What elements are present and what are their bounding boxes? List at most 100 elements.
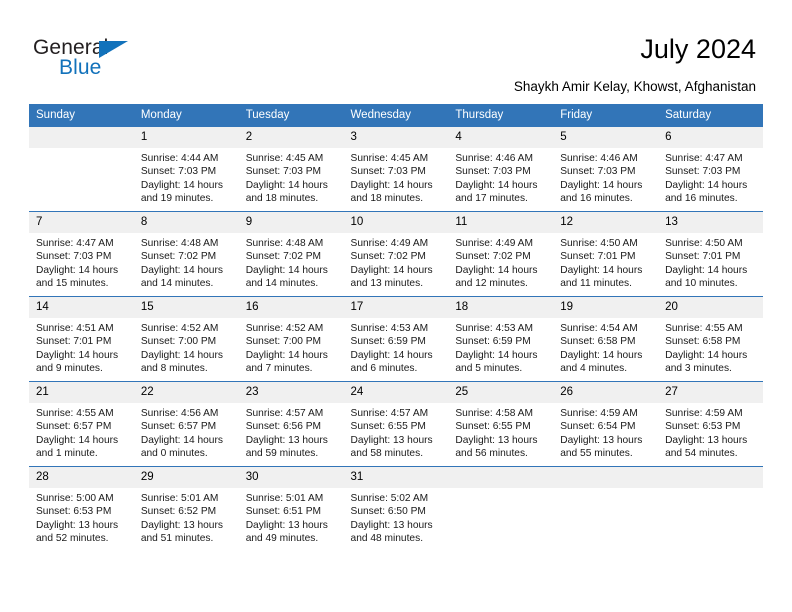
day-number: 13 [658,212,763,233]
calendar-day-cell[interactable]: 9 Sunrise: 4:48 AM Sunset: 7:02 PM Daylight… [238,211,344,297]
day-number: 25 [448,382,554,403]
calendar-day-cell[interactable]: 5 Sunrise: 4:46 AM Sunset: 7:03 PM Daylight… [553,126,659,212]
calendar-empty-cell [658,466,763,551]
calendar-day-cell[interactable]: 16 Sunrise: 4:52 AM Sunset: 7:00 PM Dayligh… [238,296,344,382]
day-number: 29 [133,467,239,488]
calendar-day-cell[interactable]: 18 Sunrise: 4:53 AM Sunset: 6:59 PM Dayligh… [448,296,554,382]
daylight-text: Daylight: 14 hours [350,349,433,361]
day-details: Sunrise: 4:55 AM Sunset: 6:58 PM Daylight:… [658,318,763,376]
sunrise-text: Sunrise: 4:54 AM [560,323,638,334]
sunset-text: Sunset: 6:55 PM [350,421,426,433]
sunset-text: Sunset: 7:00 PM [245,336,322,348]
calendar-empty-cell [553,466,659,551]
calendar-day-cell[interactable]: 31 Sunrise: 5:02 AM Sunset: 6:50 PM Dayligh… [343,466,449,551]
daylight-text: Daylight: 14 hours [455,264,538,276]
sunrise-text: Sunrise: 4:55 AM [665,323,743,334]
calendar-day-cell[interactable]: 15 Sunrise: 4:52 AM Sunset: 7:00 PM Dayligh… [133,296,239,382]
calendar-day-cell[interactable]: 29 Sunrise: 5:01 AM Sunset: 6:52 PM Dayligh… [133,466,239,551]
calendar-day-cell[interactable]: 20 Sunrise: 4:55 AM Sunset: 6:58 PM Dayligh… [658,296,763,382]
daylight-text: and 18 minutes. [245,193,319,205]
day-number: 23 [238,382,344,403]
sunrise-text: Sunrise: 4:48 AM [140,238,219,249]
calendar-day-cell[interactable]: 24 Sunrise: 4:57 AM Sunset: 6:55 PM Dayligh… [343,381,449,467]
calendar-day-cell[interactable]: 3 Sunrise: 4:45 AM Sunset: 7:03 PM Daylight… [343,126,449,212]
calendar-day-cell[interactable]: 8 Sunrise: 4:48 AM Sunset: 7:02 PM Daylight… [133,211,239,297]
calendar-day-cell[interactable]: 21 Sunrise: 4:55 AM Sunset: 6:57 PM Dayligh… [29,381,134,467]
sunset-text: Sunset: 7:03 PM [245,166,322,178]
day-number: 5 [553,127,659,148]
day-number: 3 [343,127,449,148]
sunset-text: Sunset: 6:57 PM [36,421,112,433]
general-blue-logo[interactable]: General Blue [33,36,213,84]
day-number [29,127,134,148]
calendar-day-cell[interactable]: 23 Sunrise: 4:57 AM Sunset: 6:56 PM Dayligh… [238,381,344,467]
calendar-week-row: 7 Sunrise: 4:47 AM Sunset: 7:03 PM Daylight… [29,211,763,297]
calendar-day-cell[interactable]: 26 Sunrise: 4:59 AM Sunset: 6:54 PM Dayligh… [553,381,659,467]
day-number: 6 [658,127,763,148]
daylight-text: Daylight: 14 hours [455,179,538,191]
daylight-text: and 16 minutes. [665,193,738,205]
day-details: Sunrise: 5:00 AM Sunset: 6:53 PM Daylight:… [29,488,134,546]
sunset-text: Sunset: 7:03 PM [665,166,741,178]
calendar-body: 1 Sunrise: 4:44 AM Sunset: 7:03 PM Daylight… [29,126,763,551]
day-details: Sunrise: 4:57 AM Sunset: 6:56 PM Daylight:… [239,403,344,461]
day-number: 14 [29,297,134,318]
calendar-day-cell[interactable]: 17 Sunrise: 4:53 AM Sunset: 6:59 PM Dayligh… [343,296,449,382]
sunset-text: Sunset: 7:02 PM [140,251,217,263]
calendar-day-cell[interactable]: 25 Sunrise: 4:58 AM Sunset: 6:55 PM Dayligh… [448,381,554,467]
sunrise-text: Sunrise: 4:55 AM [36,408,114,419]
sunset-text: Sunset: 7:02 PM [350,251,426,263]
sunrise-text: Sunrise: 4:49 AM [455,238,533,249]
calendar-day-cell[interactable]: 12 Sunrise: 4:50 AM Sunset: 7:01 PM Dayligh… [553,211,659,297]
calendar-day-cell[interactable]: 10 Sunrise: 4:49 AM Sunset: 7:02 PM Dayligh… [343,211,449,297]
day-details: Sunrise: 4:52 AM Sunset: 7:00 PM Daylight:… [134,318,239,376]
calendar-day-cell[interactable]: 7 Sunrise: 4:47 AM Sunset: 7:03 PM Daylight… [29,211,134,297]
daylight-text: and 19 minutes. [140,193,214,205]
calendar-day-cell[interactable]: 30 Sunrise: 5:01 AM Sunset: 6:51 PM Dayligh… [238,466,344,551]
daylight-text: and 52 minutes. [36,533,109,545]
sunset-text: Sunset: 6:52 PM [140,506,217,518]
sunset-text: Sunset: 7:00 PM [140,336,217,348]
daylight-text: Daylight: 14 hours [455,349,538,361]
weekday-header-thursday: Thursday [448,104,554,127]
day-number: 28 [29,467,134,488]
weekday-header-tuesday: Tuesday [238,104,344,127]
calendar-day-cell[interactable]: 1 Sunrise: 4:44 AM Sunset: 7:03 PM Daylight… [133,126,239,212]
daylight-text: Daylight: 14 hours [560,179,643,191]
calendar-day-cell[interactable]: 22 Sunrise: 4:56 AM Sunset: 6:57 PM Dayligh… [133,381,239,467]
day-number: 26 [553,382,659,403]
calendar-day-cell[interactable]: 28 Sunrise: 5:00 AM Sunset: 6:53 PM Dayligh… [29,466,134,551]
calendar-day-cell[interactable]: 6 Sunrise: 4:47 AM Sunset: 7:03 PM Daylight… [658,126,763,212]
daylight-text: and 11 minutes. [560,278,632,290]
sunset-text: Sunset: 6:58 PM [560,336,636,348]
sunset-text: Sunset: 6:55 PM [455,421,531,433]
daylight-text: and 12 minutes. [455,278,528,290]
sunrise-text: Sunrise: 4:59 AM [560,408,638,419]
day-details: Sunrise: 4:46 AM Sunset: 7:03 PM Daylight:… [448,148,553,206]
calendar-day-cell[interactable]: 19 Sunrise: 4:54 AM Sunset: 6:58 PM Dayligh… [553,296,659,382]
sunrise-text: Sunrise: 5:01 AM [140,493,219,504]
calendar-day-cell[interactable]: 13 Sunrise: 4:50 AM Sunset: 7:01 PM Dayligh… [658,211,763,297]
day-number: 2 [238,127,344,148]
sunrise-text: Sunrise: 5:00 AM [36,493,114,504]
calendar-day-cell[interactable]: 11 Sunrise: 4:49 AM Sunset: 7:02 PM Dayligh… [448,211,554,297]
calendar-day-cell[interactable]: 2 Sunrise: 4:45 AM Sunset: 7:03 PM Daylight… [238,126,344,212]
day-details: Sunrise: 4:47 AM Sunset: 7:03 PM Daylight:… [658,148,763,206]
daylight-text: Daylight: 13 hours [350,519,433,531]
daylight-text: Daylight: 13 hours [560,434,643,446]
daylight-text: Daylight: 13 hours [350,434,433,446]
calendar-day-cell[interactable]: 27 Sunrise: 4:59 AM Sunset: 6:53 PM Dayligh… [658,381,763,467]
sunrise-text: Sunrise: 4:50 AM [665,238,743,249]
calendar-day-cell[interactable]: 4 Sunrise: 4:46 AM Sunset: 7:03 PM Daylight… [448,126,554,212]
day-number: 10 [343,212,449,233]
sunset-text: Sunset: 6:56 PM [245,421,322,433]
day-details: Sunrise: 5:01 AM Sunset: 6:52 PM Daylight:… [134,488,239,546]
weekday-header-sunday: Sunday [29,104,134,127]
daylight-text: Daylight: 14 hours [665,179,748,191]
daylight-text: and 0 minutes. [140,448,208,460]
day-number: 19 [553,297,659,318]
calendar-day-cell[interactable]: 14 Sunrise: 4:51 AM Sunset: 7:01 PM Dayligh… [29,296,134,382]
sunrise-text: Sunrise: 4:57 AM [350,408,429,419]
daylight-text: Daylight: 14 hours [245,349,328,361]
page-subtitle: Shaykh Amir Kelay, Khowst, Afghanistan [513,79,756,94]
